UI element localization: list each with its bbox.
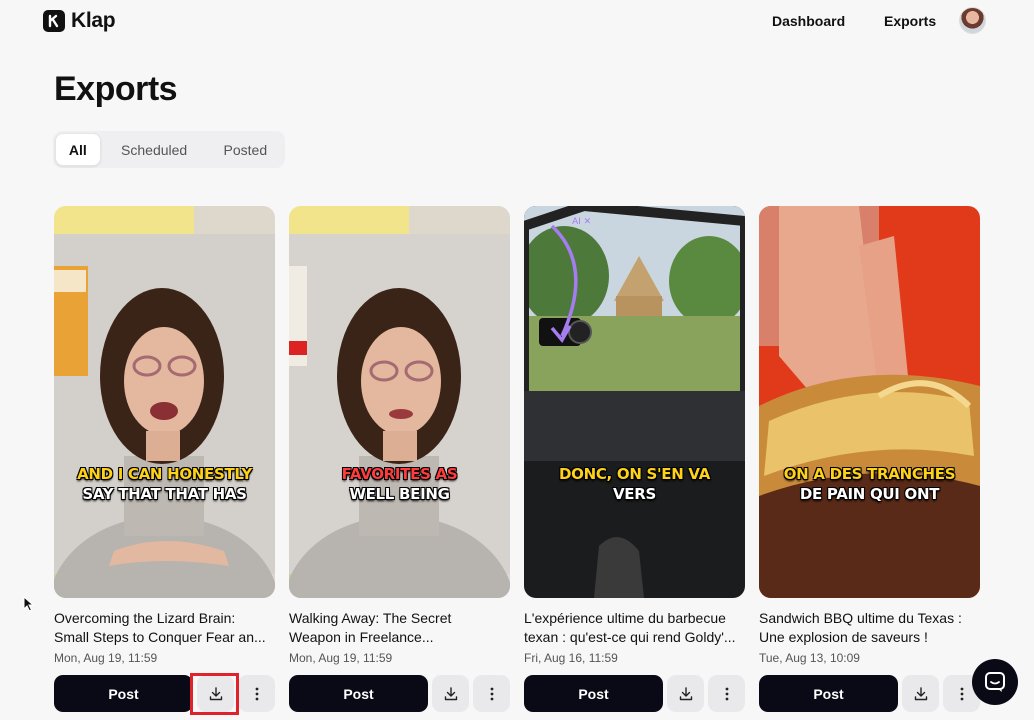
- tab-posted[interactable]: Posted: [208, 133, 283, 166]
- video-thumbnail[interactable]: ON A DES TRANCHES DE PAIN QUI ONT: [759, 206, 980, 598]
- thumbnail-image: [289, 206, 510, 598]
- card-title[interactable]: L'expérience ultime du barbecue texan : …: [524, 609, 745, 647]
- post-button[interactable]: Post: [524, 675, 663, 712]
- nav-dashboard-link[interactable]: Dashboard: [772, 13, 845, 29]
- video-caption: ON A DES TRANCHES DE PAIN QUI ONT: [783, 465, 956, 503]
- card-title[interactable]: Walking Away: The Secret Weapon in Freel…: [289, 609, 510, 647]
- more-vertical-icon: [255, 687, 258, 700]
- card-date: Mon, Aug 19, 11:59: [289, 651, 393, 665]
- download-button[interactable]: [902, 675, 939, 712]
- card-date: Fri, Aug 16, 11:59: [524, 651, 618, 665]
- klap-logo[interactable]: Klap: [43, 9, 116, 33]
- export-card: AND I CAN HONESTLY SAY THAT THAT HAS Ove…: [54, 206, 275, 720]
- tab-scheduled[interactable]: Scheduled: [101, 133, 208, 166]
- mouse-cursor-icon: [23, 596, 35, 612]
- card-title[interactable]: Sandwich BBQ ultime du Texas : Une explo…: [759, 609, 980, 647]
- more-vertical-icon: [960, 687, 963, 700]
- thumbnail-image: [54, 206, 275, 598]
- more-vertical-icon: [490, 687, 493, 700]
- export-card: AI ✕ DONC, ON S'EN VA VERS L'expérience …: [524, 206, 745, 720]
- klap-logo-icon: [43, 10, 65, 32]
- thumbnail-image: AI ✕: [524, 206, 745, 598]
- more-options-button[interactable]: [708, 675, 745, 712]
- post-button[interactable]: Post: [759, 675, 898, 712]
- export-card: FAVORITES AS WELL BEING Walking Away: Th…: [289, 206, 510, 720]
- download-icon: [914, 686, 927, 700]
- filter-tabs: All Scheduled Posted: [53, 131, 285, 168]
- app-name: Klap: [71, 9, 116, 32]
- chat-icon: [985, 672, 1005, 692]
- card-date: Tue, Aug 13, 10:09: [759, 651, 860, 665]
- page-title: Exports: [54, 70, 178, 108]
- download-button[interactable]: [667, 675, 704, 712]
- video-caption: FAVORITES AS WELL BEING: [341, 465, 458, 503]
- svg-text:AI ✕: AI ✕: [572, 217, 591, 227]
- video-thumbnail[interactable]: AND I CAN HONESTLY SAY THAT THAT HAS: [54, 206, 275, 598]
- nav-exports-link[interactable]: Exports: [884, 13, 936, 29]
- chat-support-button[interactable]: [972, 659, 1018, 705]
- top-navigation: Klap Dashboard Exports: [0, 0, 1034, 42]
- video-caption: DONC, ON S'EN VA VERS: [558, 465, 711, 503]
- export-card: ON A DES TRANCHES DE PAIN QUI ONT Sandwi…: [759, 206, 980, 720]
- user-avatar[interactable]: [959, 7, 986, 34]
- card-date: Mon, Aug 19, 11:59: [54, 651, 158, 665]
- thumbnail-image: [759, 206, 980, 598]
- download-icon: [679, 686, 692, 700]
- download-button[interactable]: [432, 675, 469, 712]
- download-icon: [444, 686, 457, 700]
- download-highlight-box: [190, 673, 239, 715]
- post-button[interactable]: Post: [54, 675, 193, 712]
- card-title[interactable]: Overcoming the Lizard Brain: Small Steps…: [54, 609, 275, 647]
- more-options-button[interactable]: [238, 675, 275, 712]
- tab-all[interactable]: All: [55, 133, 101, 166]
- more-options-button[interactable]: [473, 675, 510, 712]
- video-thumbnail[interactable]: FAVORITES AS WELL BEING: [289, 206, 510, 598]
- more-vertical-icon: [725, 687, 728, 700]
- post-button[interactable]: Post: [289, 675, 428, 712]
- video-caption: AND I CAN HONESTLY SAY THAT THAT HAS: [77, 465, 252, 503]
- video-thumbnail[interactable]: AI ✕ DONC, ON S'EN VA VERS: [524, 206, 745, 598]
